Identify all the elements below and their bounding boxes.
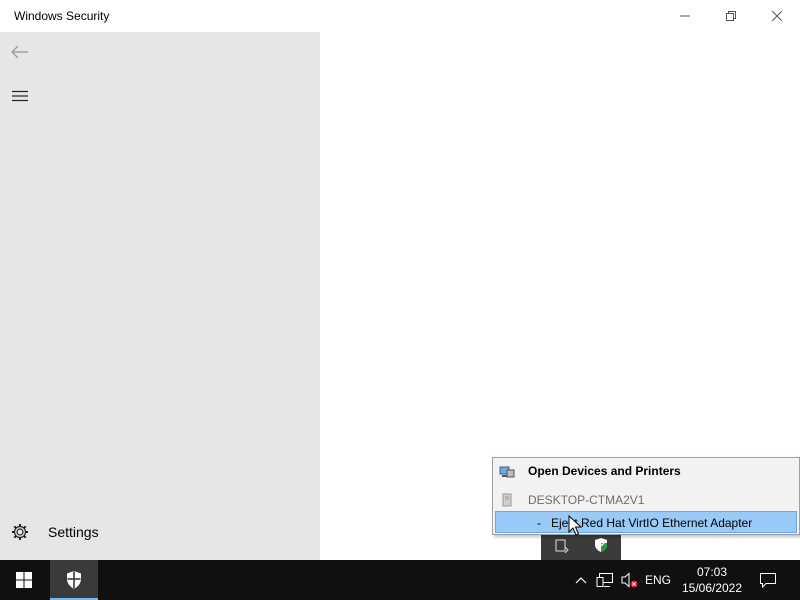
windows-security-shield-icon: [67, 571, 81, 589]
input-language-button[interactable]: ENG: [644, 560, 672, 600]
clock-time: 07:03: [696, 565, 728, 579]
gear-icon: [0, 523, 40, 541]
network-button[interactable]: [594, 560, 616, 600]
volume-button[interactable]: [618, 560, 640, 600]
devices-printers-icon: [499, 463, 515, 479]
settings-nav-item[interactable]: Settings: [0, 512, 320, 552]
hamburger-menu-icon: [12, 90, 28, 102]
clock[interactable]: 07:03 15/06/2022: [676, 562, 748, 598]
back-arrow-icon: [11, 45, 28, 59]
network-icon: [596, 573, 613, 587]
computer-icon: [499, 492, 515, 508]
safely-remove-hardware-icon[interactable]: [551, 534, 573, 556]
menu-item-dash: -: [537, 516, 541, 530]
sidebar: Settings: [0, 32, 320, 560]
close-icon: [771, 10, 783, 22]
title-bar: Windows Security: [0, 0, 800, 32]
show-hidden-icons-button[interactable]: [572, 560, 590, 600]
window-title: Windows Security: [14, 9, 110, 23]
chevron-up-icon: [575, 577, 587, 584]
maximize-button[interactable]: [708, 0, 754, 32]
menu-button[interactable]: [0, 76, 40, 116]
language-indicator: ENG: [644, 573, 671, 587]
clock-date: 15/06/2022: [681, 581, 743, 595]
volume-muted-icon: [621, 572, 638, 588]
tray-context-menu: Open Devices and Printers DESKTOP-CTMA2V…: [492, 457, 800, 535]
close-button[interactable]: [754, 0, 800, 32]
action-center-button[interactable]: [756, 560, 780, 600]
menu-item-eject-adapter[interactable]: - Eject Red Hat VirtIO Ethernet Adapter: [495, 511, 797, 533]
settings-label: Settings: [48, 524, 99, 540]
mouse-cursor-icon: [568, 515, 582, 536]
windows-security-tray-icon[interactable]: [590, 534, 612, 556]
taskbar: ENG 07:03 15/06/2022: [0, 560, 800, 600]
restore-icon: [726, 11, 736, 21]
windows-logo-icon: [16, 572, 32, 588]
start-button[interactable]: [0, 560, 48, 600]
action-center-icon: [760, 573, 776, 588]
menu-item-computer-name: DESKTOP-CTMA2V1: [495, 489, 797, 511]
minimize-button[interactable]: [662, 0, 708, 32]
back-button[interactable]: [0, 32, 40, 72]
menu-item-open-devices-printers[interactable]: Open Devices and Printers: [495, 460, 797, 482]
minimize-icon: [680, 15, 690, 17]
taskbar-app-windows-security[interactable]: [50, 560, 98, 600]
